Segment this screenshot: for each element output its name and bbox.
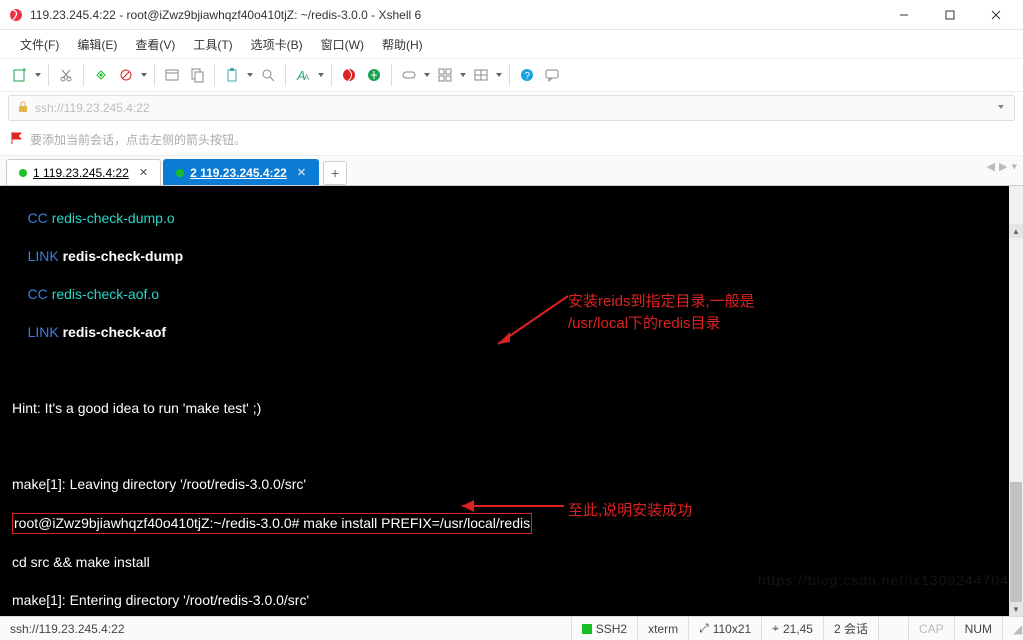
terminal-line: cd src && make install: [12, 553, 1017, 572]
menu-file[interactable]: 文件(F): [12, 34, 67, 55]
address-text: ssh://119.23.245.4:22: [35, 101, 150, 115]
terminal-line: CC redis-check-dump.o: [12, 209, 1017, 228]
minimize-button[interactable]: [881, 1, 927, 29]
find-button[interactable]: [256, 62, 280, 88]
watermark: https://blog.csdn.net/lx1309244704: [758, 571, 1009, 590]
new-session-button[interactable]: [8, 62, 32, 88]
maximize-button[interactable]: [927, 1, 973, 29]
status-size: ⤢110x21: [688, 617, 761, 640]
ruler-icon: ⤢: [699, 621, 709, 636]
annotation: 安装reids到指定目录,一般是: [568, 292, 755, 311]
menu-help[interactable]: 帮助(H): [374, 34, 431, 55]
close-button[interactable]: [973, 1, 1019, 29]
tab-list-icon[interactable]: ▾: [1011, 160, 1017, 173]
annotation: /usr/local下的redis目录: [568, 314, 721, 333]
cursor-pos-icon: ⌖: [772, 621, 779, 636]
add-tab-button[interactable]: +: [323, 161, 347, 185]
scroll-down-button[interactable]: ▼: [1009, 602, 1023, 616]
status-cap: CAP: [908, 617, 954, 640]
disconnect-button[interactable]: [114, 62, 138, 88]
terminal-line: make[1]: Leaving directory '/root/redis-…: [12, 475, 1017, 494]
svg-text:?: ?: [525, 71, 531, 82]
terminal-line: root@iZwz9bjiawhqzf40o410tjZ:~/redis-3.0…: [12, 513, 1017, 534]
address-bar: ssh://119.23.245.4:22: [0, 92, 1023, 124]
toolbar: AA ?: [0, 58, 1023, 92]
status-num: NUM: [954, 617, 1002, 640]
close-icon[interactable]: ✕: [139, 166, 148, 179]
dropdown-icon[interactable]: [996, 101, 1006, 115]
status-resize-grip[interactable]: ◢: [1002, 617, 1023, 640]
menubar: 文件(F) 编辑(E) 查看(V) 工具(T) 选项卡(B) 窗口(W) 帮助(…: [0, 30, 1023, 58]
terminal-line: Hint: It's a good idea to run 'make test…: [12, 399, 1017, 418]
titlebar: 119.23.245.4:22 - root@iZwz9bjiawhqzf40o…: [0, 0, 1023, 30]
xftp-button[interactable]: [362, 62, 386, 88]
terminal-line: LINK redis-check-dump: [12, 247, 1017, 266]
tab-label: 2 119.23.245.4:22: [190, 166, 287, 180]
scrollbar[interactable]: ▲ ▼: [1009, 186, 1023, 616]
annotation: 至此,说明安装成功: [568, 501, 692, 520]
svg-text:A: A: [304, 73, 310, 82]
reconnect-button[interactable]: [89, 62, 113, 88]
menu-edit[interactable]: 编辑(E): [69, 34, 125, 55]
menu-tabs[interactable]: 选项卡(B): [243, 34, 311, 55]
tab-prev-icon[interactable]: ◀: [987, 160, 995, 173]
help-button[interactable]: ?: [515, 62, 539, 88]
status-dot-icon: [176, 169, 184, 177]
layout-button[interactable]: [433, 62, 457, 88]
address-field[interactable]: ssh://119.23.245.4:22: [8, 95, 1015, 121]
flag-icon: [10, 131, 24, 148]
tab-2[interactable]: 2 119.23.245.4:22 ✕: [163, 159, 319, 185]
status-address: ssh://119.23.245.4:22: [0, 622, 571, 636]
xagent-button[interactable]: [337, 62, 361, 88]
status-ssh: SSH2: [571, 617, 637, 640]
tab-next-icon[interactable]: ▶: [999, 160, 1007, 173]
feedback-button[interactable]: [540, 62, 564, 88]
app-icon: [8, 7, 24, 23]
menu-window[interactable]: 窗口(W): [313, 34, 372, 55]
hint-text: 要添加当前会话，点击左侧的箭头按钮。: [30, 131, 246, 148]
terminal[interactable]: CC redis-check-dump.o LINK redis-check-d…: [0, 186, 1023, 616]
copy-button[interactable]: [185, 62, 209, 88]
hint-bar: 要添加当前会话，点击左侧的箭头按钮。: [0, 124, 1023, 156]
arrow-icon: [454, 494, 566, 512]
tunnel-button[interactable]: [397, 62, 421, 88]
tab-bar: 1 119.23.245.4:22 ✕ 2 119.23.245.4:22 ✕ …: [0, 156, 1023, 186]
ssh-indicator-icon: [582, 624, 592, 634]
tab-1[interactable]: 1 119.23.245.4:22 ✕: [6, 159, 161, 185]
close-icon[interactable]: ✕: [297, 166, 306, 179]
properties-button[interactable]: [160, 62, 184, 88]
status-bar: ssh://119.23.245.4:22 SSH2 xterm ⤢110x21…: [0, 616, 1023, 640]
font-button[interactable]: AA: [291, 62, 315, 88]
lock-icon: [17, 101, 29, 116]
paste-button[interactable]: [220, 62, 244, 88]
status-dot-icon: [19, 169, 27, 177]
tile-button[interactable]: [469, 62, 493, 88]
terminal-line: LINK redis-check-aof: [12, 323, 1017, 342]
status-pos: ⌖21,45: [761, 617, 823, 640]
terminal-line: CC redis-check-aof.o: [12, 285, 1017, 304]
terminal-line: make[1]: Entering directory '/root/redis…: [12, 591, 1017, 610]
status-term: xterm: [637, 617, 688, 640]
window-title: 119.23.245.4:22 - root@iZwz9bjiawhqzf40o…: [30, 8, 881, 22]
status-sessions: 2 会话: [823, 617, 878, 640]
menu-tools[interactable]: 工具(T): [185, 34, 240, 55]
tab-label: 1 119.23.245.4:22: [33, 166, 129, 180]
cut-button[interactable]: [54, 62, 78, 88]
scrollbar-thumb[interactable]: [1010, 482, 1022, 602]
menu-view[interactable]: 查看(V): [127, 34, 183, 55]
